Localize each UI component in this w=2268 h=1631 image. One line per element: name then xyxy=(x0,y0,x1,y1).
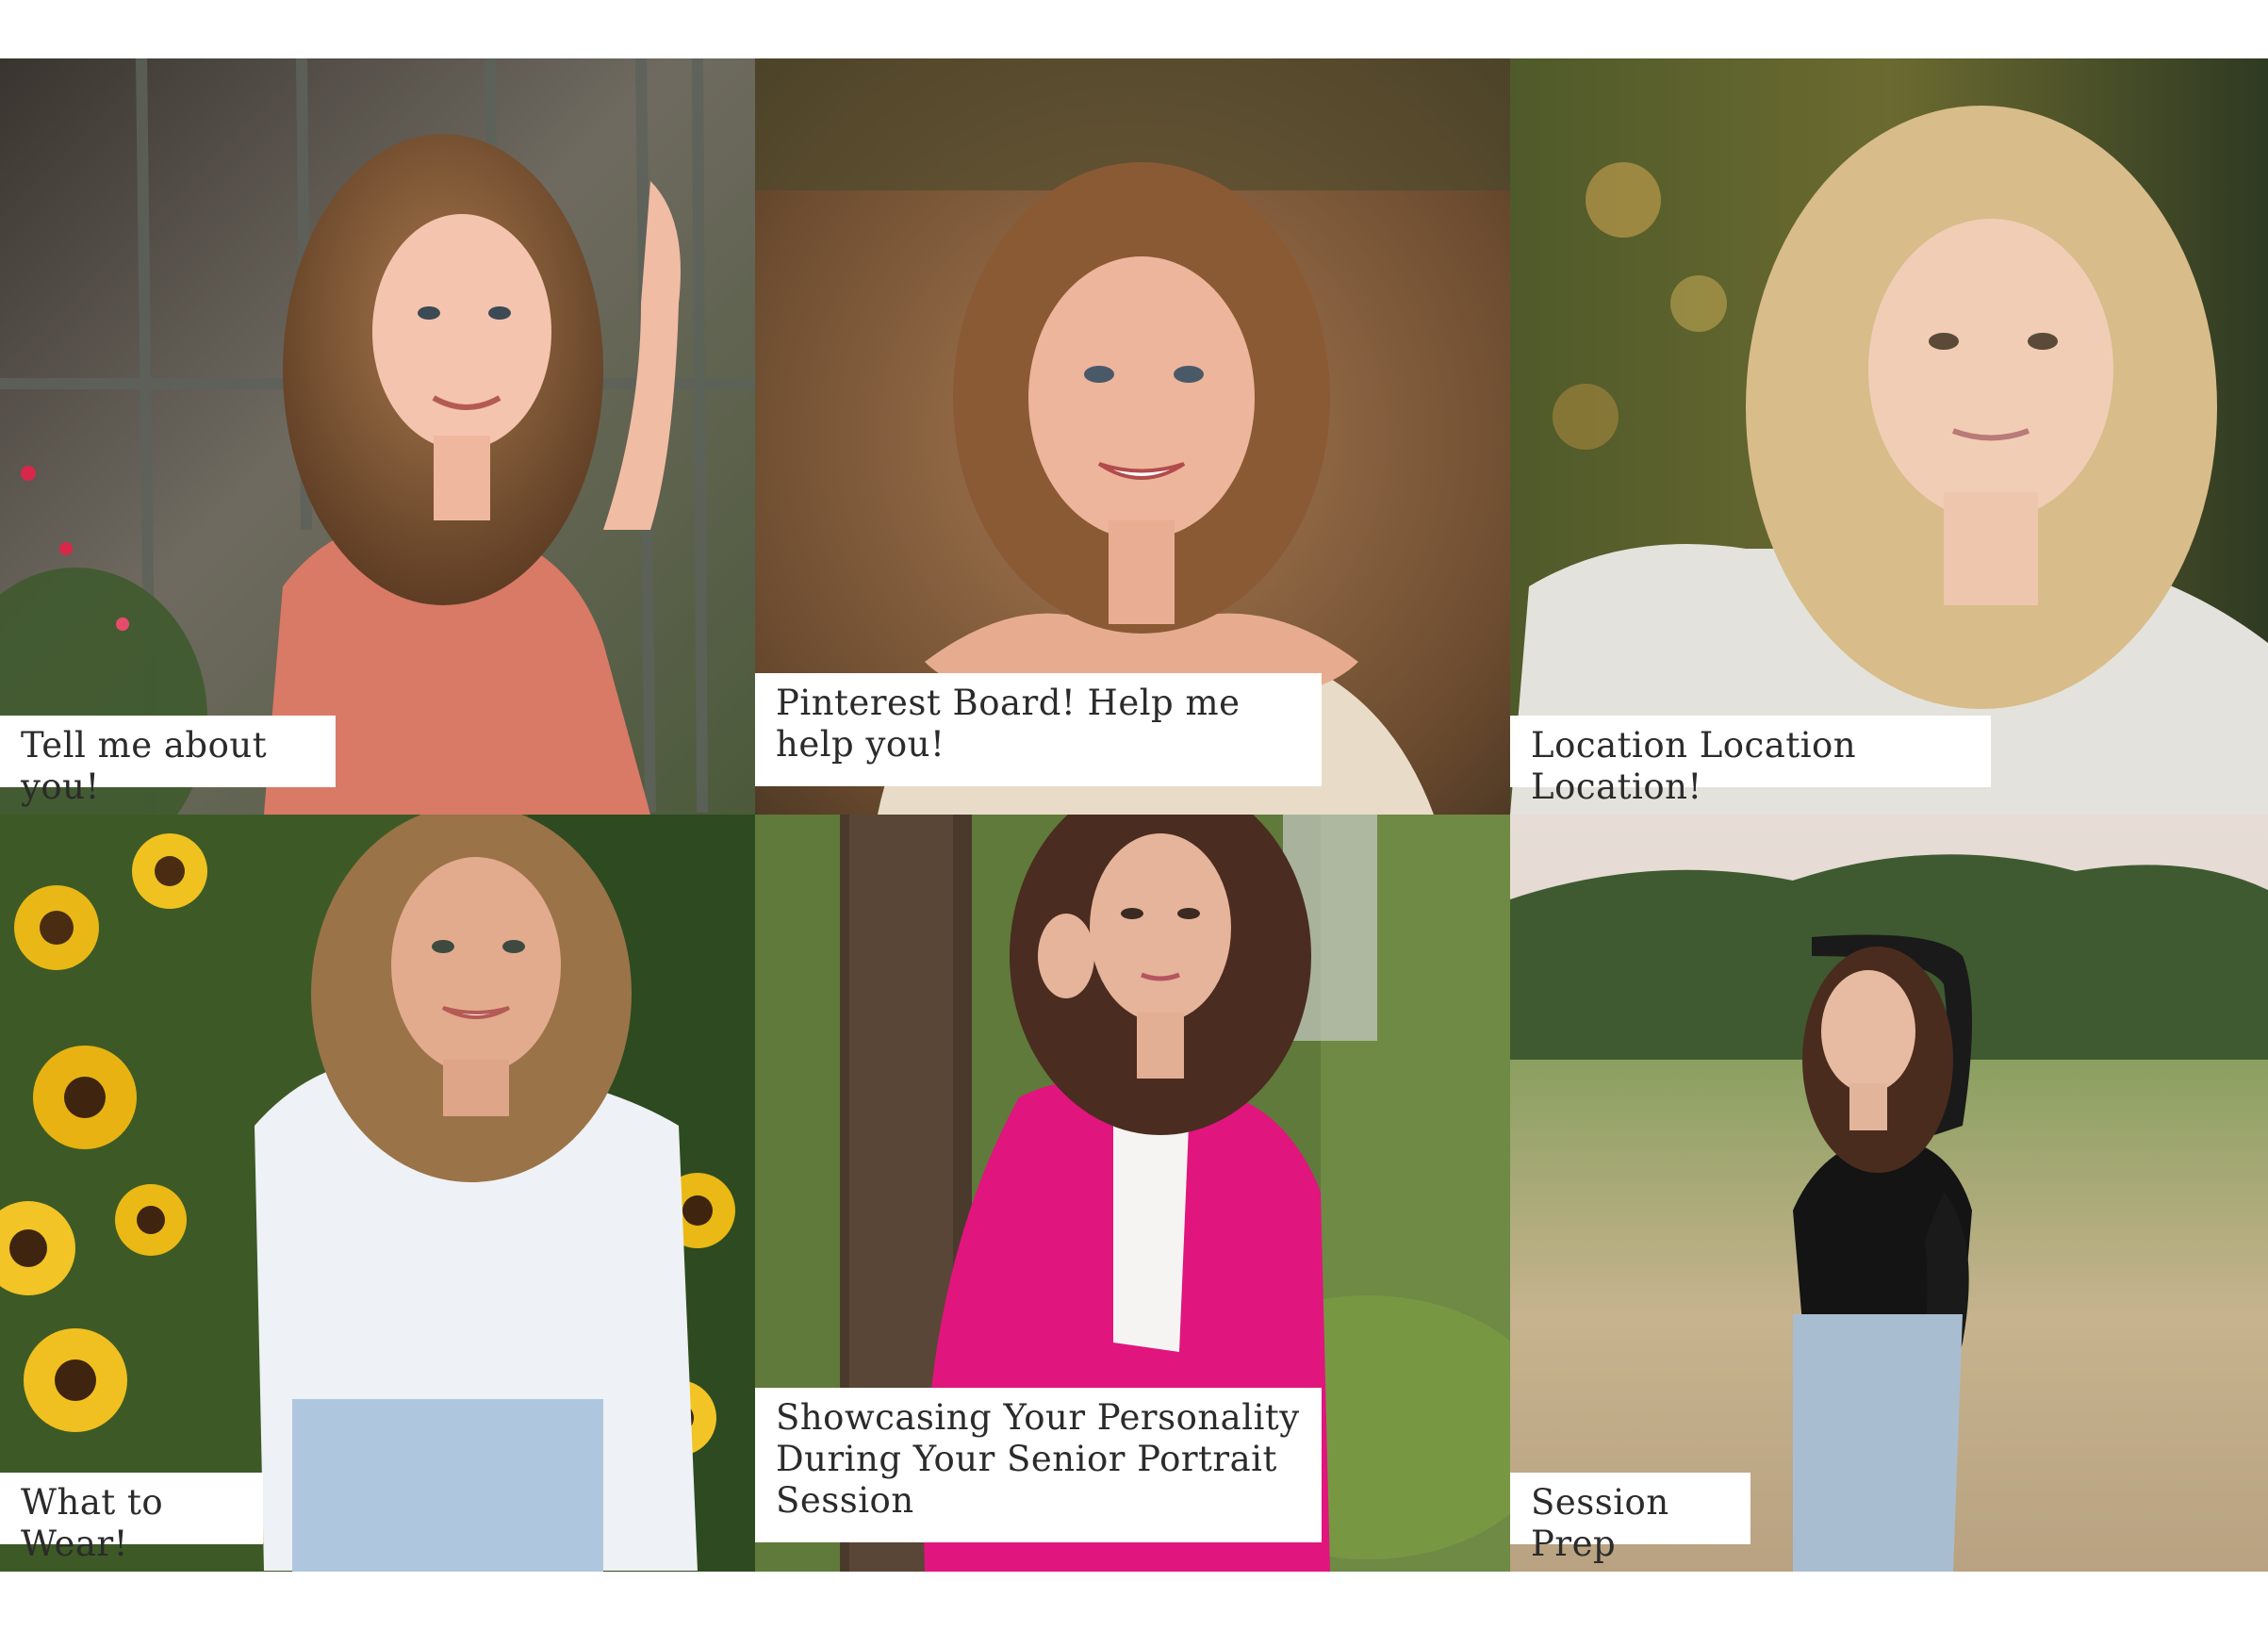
portrait-photo-3 xyxy=(1510,58,2268,815)
tile-location[interactable]: Location Location Location! xyxy=(1510,58,2268,815)
portrait-image xyxy=(0,815,755,1572)
blog-tile-grid: Tell me about you! Pinterest Board! Help… xyxy=(0,58,2268,1572)
portrait-photo-6 xyxy=(1510,815,2268,1572)
tile-pinterest-board[interactable]: Pinterest Board! Help me help you! xyxy=(755,58,1510,815)
portrait-image xyxy=(1510,58,2268,815)
portrait-image xyxy=(0,58,755,815)
tile-session-prep[interactable]: Session Prep xyxy=(1510,815,2268,1572)
tile-what-to-wear[interactable]: What to Wear! xyxy=(0,815,755,1572)
tile-caption[interactable]: Showcasing Your Personality During Your … xyxy=(755,1388,1322,1542)
portrait-photo-4 xyxy=(0,815,755,1572)
tile-caption[interactable]: Tell me about you! xyxy=(0,716,336,807)
tile-caption[interactable]: Location Location Location! xyxy=(1510,716,1991,807)
tile-caption[interactable]: Pinterest Board! Help me help you! xyxy=(755,673,1322,786)
portrait-photo-1 xyxy=(0,58,755,815)
portrait-image xyxy=(1510,815,2268,1572)
tile-caption[interactable]: Session Prep xyxy=(1510,1473,1750,1564)
tile-showcasing-personality[interactable]: Showcasing Your Personality During Your … xyxy=(755,815,1510,1572)
tile-caption[interactable]: What to Wear! xyxy=(0,1473,263,1564)
tile-tell-me-about-you[interactable]: Tell me about you! xyxy=(0,58,755,815)
